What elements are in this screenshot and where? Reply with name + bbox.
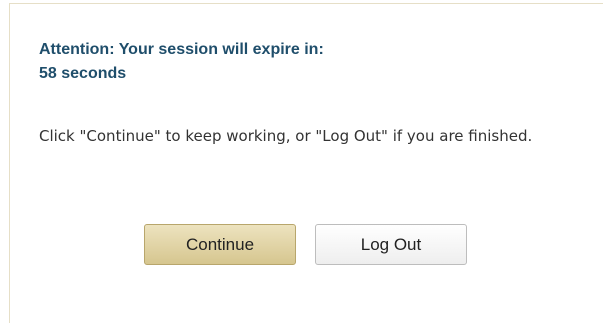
continue-button[interactable]: Continue [144, 224, 296, 265]
log-out-button[interactable]: Log Out [315, 224, 467, 265]
session-timeout-dialog: Attention: Your session will expire in: … [9, 3, 603, 323]
dialog-title: Attention: Your session will expire in: … [39, 38, 324, 86]
expire-warning-text: Attention: Your session will expire in: [39, 41, 324, 58]
countdown-text: 58 seconds [39, 65, 127, 82]
dialog-message: Click "Continue" to keep working, or "Lo… [39, 127, 533, 145]
